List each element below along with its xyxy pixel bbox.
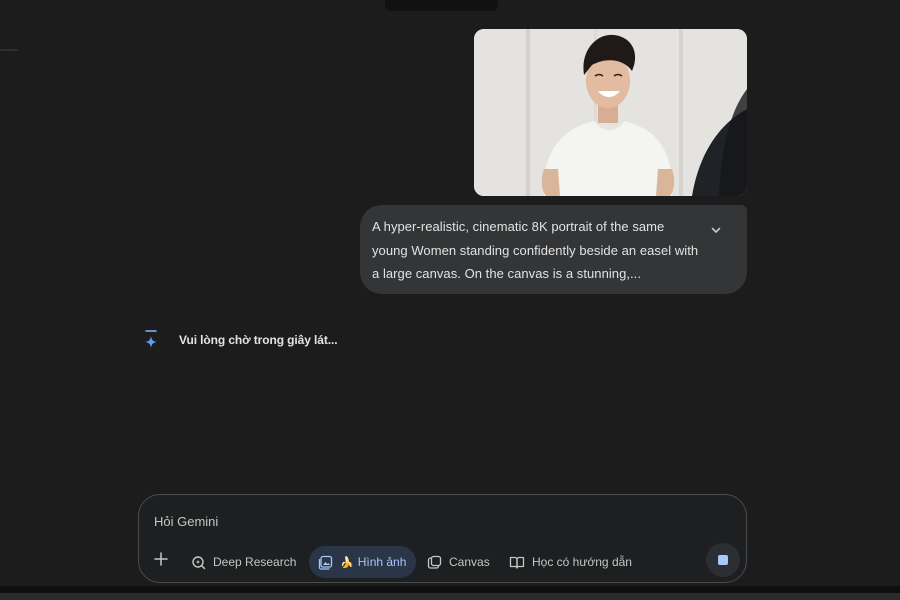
taskbar-strip <box>0 593 900 600</box>
prompt-text: A hyper-realistic, cinematic 8K portrait… <box>372 215 703 286</box>
canvas-icon <box>426 554 442 570</box>
chevron-down-icon <box>711 227 721 233</box>
banana-emoji: 🍌 <box>340 556 354 569</box>
tool-deep-research[interactable]: Deep Research <box>190 546 296 578</box>
gemini-chat-window: A hyper-realistic, cinematic 8K portrait… <box>0 0 900 600</box>
top-handle <box>385 0 498 11</box>
user-uploaded-image[interactable] <box>474 29 747 196</box>
plus-icon <box>154 552 168 566</box>
tool-label: Hình ảnh <box>357 555 407 569</box>
tool-image[interactable]: 🍌 Hình ảnh <box>309 546 417 578</box>
user-prompt-bubble: A hyper-realistic, cinematic 8K portrait… <box>360 205 747 294</box>
gemini-spark-icon <box>143 329 159 351</box>
tool-label: Canvas <box>449 555 490 569</box>
prompt-composer: Deep Research 🍌 Hình ảnh Canvas <box>138 494 747 583</box>
prompt-input[interactable] <box>154 511 674 531</box>
tool-label: Deep Research <box>213 555 297 569</box>
stop-generation-button[interactable] <box>706 543 740 577</box>
portrait-photo <box>474 29 747 196</box>
loading-message: Vui lòng chờ trong giây lát... <box>179 333 338 347</box>
tool-canvas[interactable]: Canvas <box>426 546 490 578</box>
sidebar-edge <box>0 49 18 51</box>
tool-label: Học có hướng dẫn <box>532 555 632 569</box>
prompt-line: a large canvas. On the canvas is a stunn… <box>372 266 642 281</box>
expand-prompt-button[interactable] <box>707 221 725 239</box>
stop-icon <box>718 555 728 565</box>
guided-learning-icon <box>509 554 525 570</box>
tool-guided-learning[interactable]: Học có hướng dẫn <box>509 546 632 578</box>
prompt-line: A hyper-realistic, cinematic 8K portrait… <box>372 219 665 234</box>
deep-research-icon <box>190 554 206 570</box>
response-status: Vui lòng chờ trong giây lát... <box>143 326 338 354</box>
add-attachment-button[interactable] <box>151 549 171 569</box>
bottom-bar <box>0 586 900 600</box>
prompt-line: young Women standing confidently beside … <box>372 242 699 258</box>
image-icon <box>317 554 333 570</box>
